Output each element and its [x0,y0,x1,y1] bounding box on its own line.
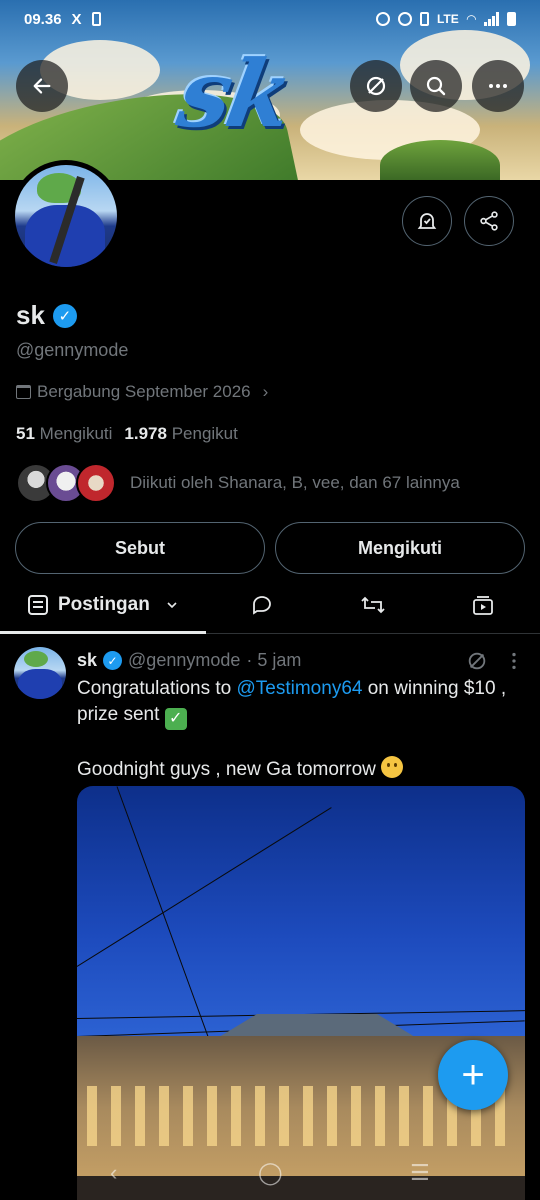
search-button[interactable] [410,60,462,112]
nav-recents-icon[interactable]: ☰ [410,1160,430,1186]
banner-logo-text: sk [170,40,298,148]
post-author-handle[interactable]: @gennymode [128,650,240,671]
followed-by-text: Diikuti oleh Shanara, B, vee, dan 67 lai… [130,473,460,492]
post-author-avatar[interactable] [14,647,66,699]
sync-icon [397,12,412,26]
profile-name-row: sk ✓ [16,300,77,331]
active-tab-indicator [0,631,206,634]
nav-back-icon[interactable]: ‹ [110,1160,117,1186]
profile-avatar[interactable] [10,160,122,272]
grok-button[interactable] [350,60,402,112]
join-date: Bergabung September 2026 [37,382,251,401]
nav-home-icon[interactable]: ◯ [258,1160,283,1186]
compose-post-button[interactable]: + [438,1040,508,1110]
following-link[interactable]: 51 Mengikuti [16,424,112,444]
grok-icon [366,76,386,96]
network-type-label: LTE [436,12,459,26]
street [77,1176,525,1200]
reply-icon [253,596,271,615]
vibrate-icon [419,12,429,26]
grok-icon [468,652,486,670]
tab-reposts[interactable] [360,592,386,618]
followers-count: 1.978 [124,424,167,443]
wifi-icon: ◠ [466,12,476,26]
back-button[interactable] [16,60,68,112]
status-bar: 09.36 X LTE ◠ [0,0,540,38]
mention-button[interactable]: Sebut [15,522,265,574]
banner-grass [380,140,500,180]
signal-icon [484,12,499,26]
notify-button[interactable] [402,196,452,246]
post-more-button[interactable] [506,650,522,677]
more-options-button[interactable] [472,60,524,112]
profile-name: sk [16,300,45,330]
back-arrow-icon [33,78,51,94]
followers-label: Pengikut [171,424,238,443]
notification-icon [91,12,101,26]
followers-link[interactable]: 1.978 Pengikut [124,424,237,444]
join-date-row[interactable]: Bergabung September 2026 › [16,382,268,402]
tab-replies[interactable] [249,592,275,618]
verified-badge-icon: ✓ [103,651,123,670]
more-icon [489,84,507,88]
following-button[interactable]: Mengikuti [275,522,525,574]
calendar-icon [16,385,31,399]
media-icon [473,596,493,615]
posts-icon [28,595,48,615]
smiling-face-emoji-icon [381,756,404,778]
profile-handle: @gennymode [16,340,129,360]
post-text-part: Congratulations to [77,678,237,699]
follow-stats: 51 Mengikuti 1.978 Pengikut [16,424,238,444]
bell-check-icon [417,213,437,229]
share-button[interactable] [464,196,514,246]
post-header: sk ✓ @gennymode · 5 jam [77,650,301,671]
battery-icon [507,12,516,26]
post-text-line2: Goodnight guys , new Ga tomorrow [77,759,382,780]
chevron-down-icon [167,602,177,609]
profile-tabs: Postingan [0,576,540,634]
post-grok-button[interactable] [466,650,488,677]
following-label: Mengikuti [39,424,113,443]
avatar-image [15,165,117,267]
follower-avatar [76,463,116,503]
x-app-icon: X [71,10,82,28]
status-time: 09.36 [24,10,62,28]
repost-icon [361,596,385,614]
post-text: Congratulations to @Testimony64 on winni… [77,676,517,783]
post-image[interactable] [77,786,525,1200]
tab-media[interactable] [470,592,496,618]
search-icon [426,76,446,96]
tab-posts-label: Postingan [58,594,150,615]
vertical-more-icon [512,652,516,670]
verified-badge-icon: ✓ [52,303,77,328]
share-icon [480,211,498,231]
chevron-right-icon: › [262,382,269,401]
tab-posts[interactable]: Postingan [0,576,206,634]
check-mark-emoji-icon: ✓ [164,708,187,730]
post-mention-link[interactable]: @Testimony64 [237,678,363,699]
post-author-name[interactable]: sk [77,650,97,671]
following-count: 51 [16,424,35,443]
followed-by-row[interactable]: Diikuti oleh Shanara, B, vee, dan 67 lai… [16,463,460,503]
alarm-icon [375,12,390,26]
post-time: · 5 jam [246,650,302,670]
